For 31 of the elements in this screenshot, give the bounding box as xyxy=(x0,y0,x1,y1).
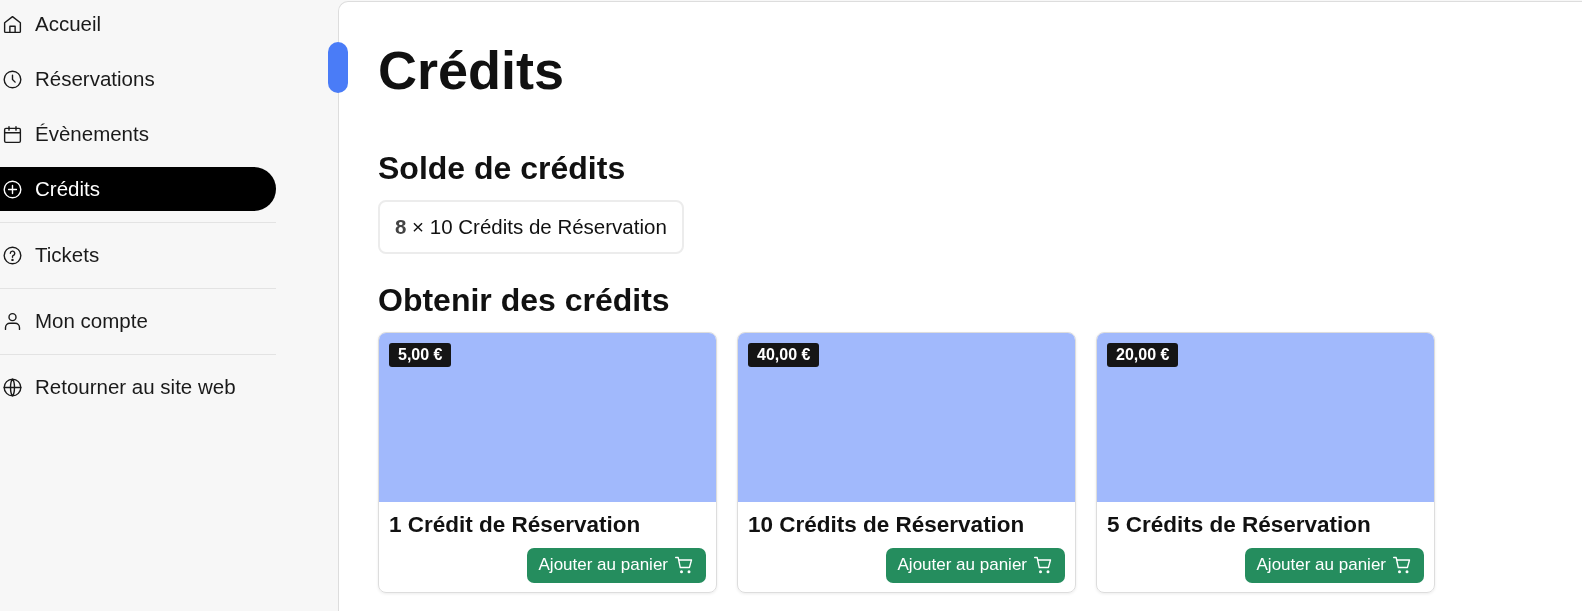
home-icon xyxy=(2,13,23,35)
plus-circle-icon xyxy=(2,178,23,200)
nav-item[interactable]: Mon compte xyxy=(0,299,276,343)
nav-item[interactable]: Crédits xyxy=(0,167,276,211)
add-to-cart-button[interactable]: Ajouter au panier xyxy=(885,548,1065,583)
nav-item[interactable]: Accueil xyxy=(0,2,276,46)
nav-item[interactable]: Réservations xyxy=(0,57,276,101)
section-heading: Obtenir des crédits xyxy=(378,282,671,318)
price-tag: 20,00 € xyxy=(1107,343,1179,367)
section-heading: Solde de crédits xyxy=(378,150,627,186)
globe-icon xyxy=(2,376,23,398)
clock-icon xyxy=(2,68,23,90)
nav-item[interactable]: Évènements xyxy=(0,112,276,156)
nav-item[interactable]: Tickets xyxy=(0,233,276,277)
nav-item[interactable]: Retourner au site web xyxy=(0,365,276,409)
product-name: 10 Crédits de Réservation xyxy=(748,512,1026,538)
scroll-handle[interactable] xyxy=(328,42,348,93)
product-name: 1 Crédit de Réservation xyxy=(389,512,642,538)
cart-icon xyxy=(674,555,694,575)
cart-icon xyxy=(1392,555,1412,575)
page-title: Crédits xyxy=(378,40,566,100)
add-to-cart-button[interactable]: Ajouter au panier xyxy=(1244,548,1424,583)
user-icon xyxy=(2,310,23,332)
price-tag: 5,00 € xyxy=(389,343,452,367)
calendar-icon xyxy=(2,123,23,145)
price-tag: 40,00 € xyxy=(748,343,820,367)
question-icon xyxy=(2,244,23,266)
add-to-cart-button[interactable]: Ajouter au panier xyxy=(526,548,706,583)
balance-chip: 8 × 10 Crédits de Réservation xyxy=(378,200,684,254)
cart-icon xyxy=(1033,555,1053,575)
product-name: 5 Crédits de Réservation xyxy=(1107,512,1372,538)
